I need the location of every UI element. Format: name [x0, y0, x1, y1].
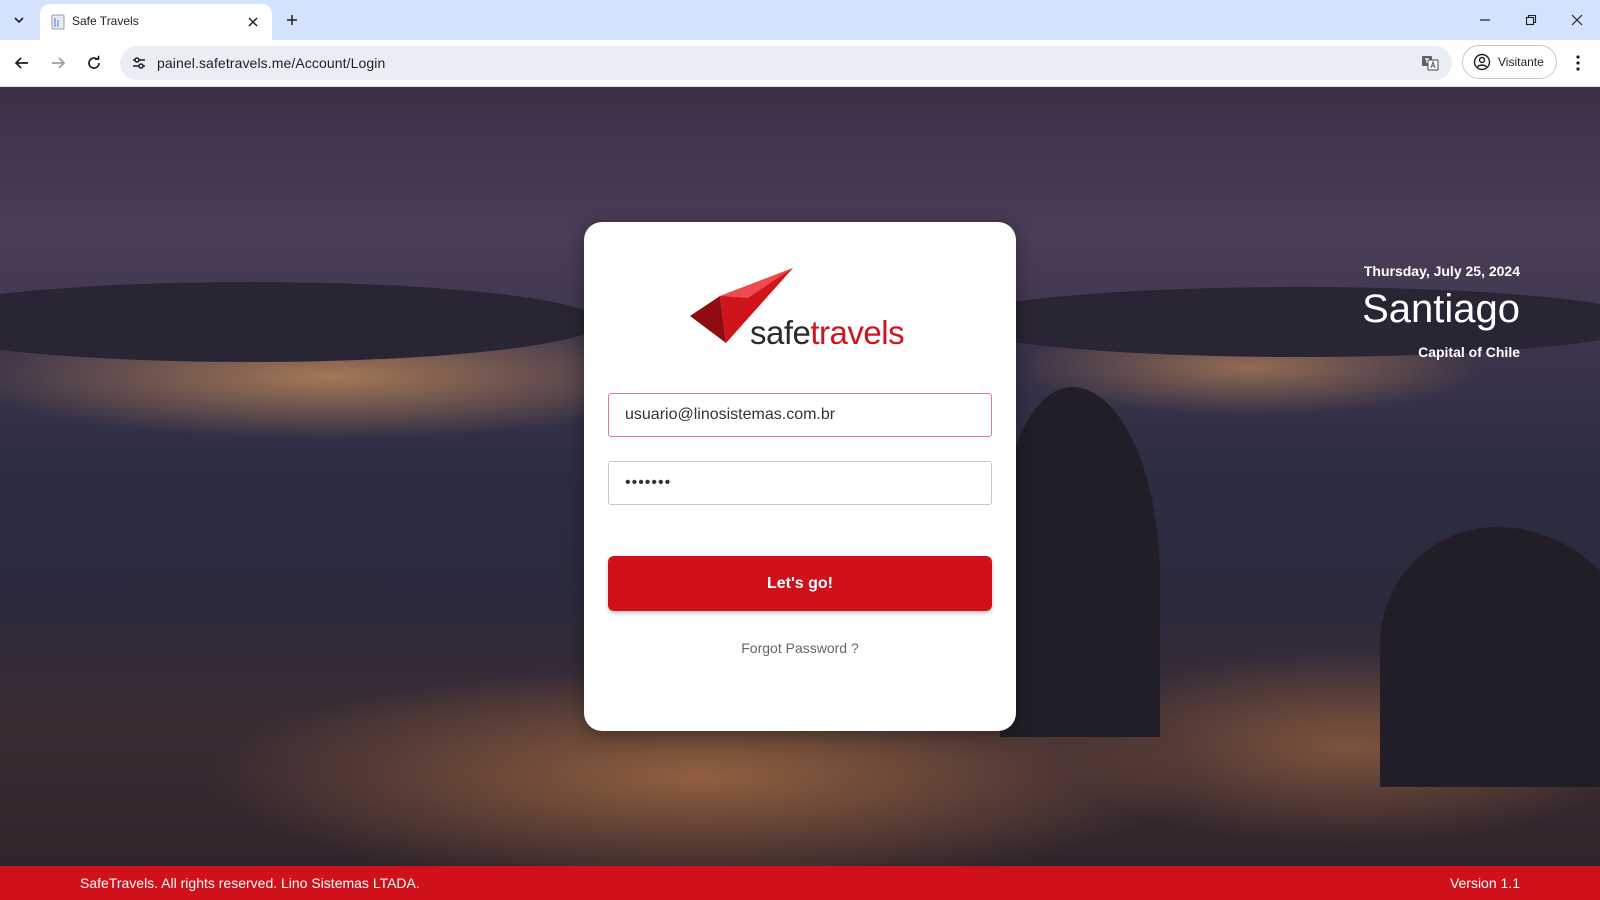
minimize-icon: [1480, 19, 1490, 21]
plus-icon: [287, 15, 297, 25]
tab-title: Safe Travels: [72, 14, 139, 28]
city-name: Santiago: [1362, 287, 1520, 331]
safetravels-logo: safetravels: [690, 268, 920, 358]
active-tab[interactable]: Safe Travels: [40, 4, 272, 40]
address-bar[interactable]: painel.safetravels.me/Account/Login: [120, 46, 1452, 80]
profile-label: Visitante: [1498, 55, 1544, 69]
profile-button[interactable]: Visitante: [1462, 45, 1557, 79]
forgot-password-link[interactable]: Forgot Password ?: [584, 640, 1016, 656]
page-favicon-icon: [51, 14, 65, 30]
close-icon: [248, 17, 258, 27]
arrow-right-icon: [52, 57, 66, 69]
restore-button[interactable]: [1508, 0, 1554, 40]
footer-copyright: SafeTravels. All rights reserved. Lino S…: [80, 875, 420, 891]
account-circle-icon: [1473, 53, 1491, 71]
minimize-button[interactable]: [1462, 0, 1508, 40]
browser-toolbar: painel.safetravels.me/Account/Login Visi…: [0, 40, 1600, 87]
site-info-button[interactable]: [128, 52, 150, 74]
current-date: Thursday, July 25, 2024: [1363, 263, 1520, 279]
login-page: safetravels Let's go! Forgot Password ? …: [0, 87, 1600, 900]
tab-close-button[interactable]: [243, 12, 263, 32]
close-icon: [1571, 14, 1583, 26]
browser-titlebar: Safe Travels: [0, 0, 1600, 40]
translate-button[interactable]: [1418, 51, 1442, 75]
city-subtitle: Capital of Chile: [1418, 344, 1520, 360]
arrow-left-icon: [14, 57, 28, 69]
tab-search-button[interactable]: [6, 7, 32, 33]
background-hill: [1000, 387, 1160, 737]
login-card: safetravels Let's go! Forgot Password ?: [584, 222, 1016, 731]
tune-icon: [133, 57, 145, 69]
translate-icon: [1422, 56, 1439, 71]
email-field[interactable]: [608, 393, 992, 437]
forward-button[interactable]: [42, 47, 74, 79]
page-footer: SafeTravels. All rights reserved. Lino S…: [0, 866, 1600, 900]
login-submit-button[interactable]: Let's go!: [608, 556, 992, 611]
back-button[interactable]: [6, 47, 38, 79]
reload-icon: [88, 55, 100, 69]
url-text[interactable]: painel.safetravels.me/Account/Login: [157, 55, 385, 71]
reload-button[interactable]: [78, 47, 110, 79]
close-window-button[interactable]: [1554, 0, 1600, 40]
logo-wordmark: safetravels: [750, 314, 905, 351]
new-tab-button[interactable]: [280, 8, 304, 32]
chevron-down-icon: [14, 17, 24, 24]
footer-version: Version 1.1: [1449, 875, 1520, 891]
more-vertical-icon: [1576, 55, 1580, 71]
background-mountain-ridge: [0, 282, 600, 362]
restore-icon: [1525, 14, 1537, 26]
browser-menu-button[interactable]: [1566, 48, 1590, 78]
background-hill: [1380, 527, 1600, 787]
password-field[interactable]: [608, 461, 992, 505]
